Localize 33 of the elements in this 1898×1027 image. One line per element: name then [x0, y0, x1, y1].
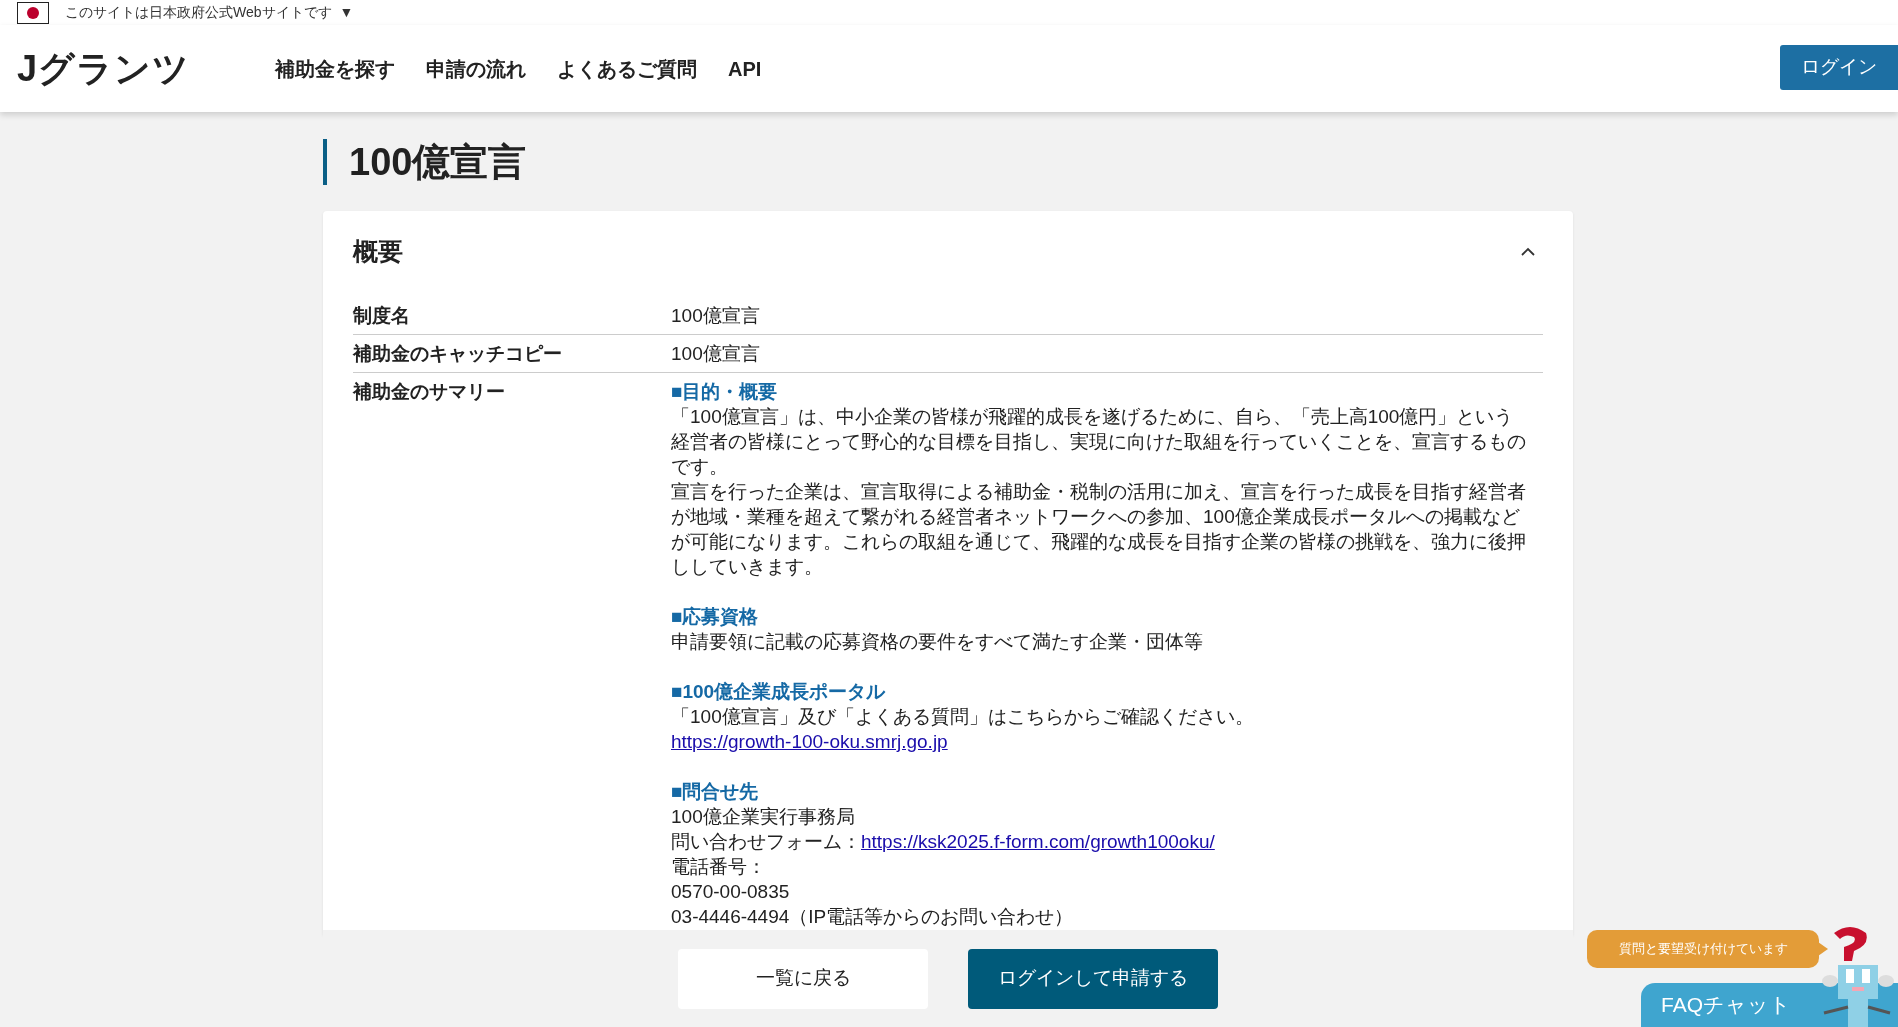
summary-text: 電話番号： [671, 854, 767, 879]
site-logo[interactable]: Jグランツ [17, 41, 275, 96]
summary-text: 「100億宣言」及び「よくある質問」はこちらからご確認ください。 [671, 704, 1255, 729]
summary-text: 宣言を行った企業は、宣言取得による補助金・税制の活用に加え、宣言を行った成長を目指す経営者が地域・業種を超えて繋がれる経営者ネットワークへの参加、100億企業成長ポータルへの掲載などが可能になります。これらの取組を通じて、飛躍的な成長を目指す企業の皆様の挑戦を、強力に後押ししていきます。 [671, 479, 1527, 579]
nav-link[interactable]: よくあるご質問 [557, 53, 697, 84]
section-title: 概要 [353, 236, 403, 267]
summary-text: 「100億宣言」は、中小企業の皆様が飛躍的成長を遂げるために、自ら、「売上高100億円」という経営者の皆様にとって野心的な目標を目指し、実現に向けた取組を行っていくことを、宣言するものです。 [671, 404, 1527, 479]
field-label: 制度名 [353, 303, 411, 328]
field-value: 100億宣言 [671, 341, 760, 366]
login-button[interactable]: ログイン [1780, 45, 1898, 90]
bubble-tail-icon [1818, 942, 1828, 956]
summary-heading: ■応募資格 [671, 604, 760, 629]
field-label: 補助金のキャッチコピー [353, 341, 563, 366]
url-link[interactable]: https://ksk2025.f-form.com/growth100oku/ [861, 828, 1215, 854]
field-value: 100億宣言 [671, 303, 760, 328]
nav-link[interactable]: 申請の流れ [426, 53, 526, 84]
summary-text: 申請要領に記載の応募資格の要件をすべて満たす企業・団体等 [671, 629, 1204, 654]
apply-button[interactable]: ログインして申請する [968, 948, 1218, 1009]
summary-text: 100億企業実行事務局 [671, 804, 856, 829]
field-label: 補助金のサマリー [353, 379, 506, 404]
summary-text: 0570-00-0835 [671, 879, 791, 904]
url-link[interactable]: https://growth-100-oku.smrj.go.jp [671, 730, 948, 752]
summary-heading: ■問合せ先 [671, 779, 760, 804]
summary-heading: ■目的・概要 [671, 379, 779, 404]
summary-heading: ■100億企業成長ポータル [671, 679, 887, 704]
nav-link[interactable]: 補助金を探す [275, 53, 395, 84]
summary-text: 03-4446-4494（IP電話等からのお問い合わせ） [671, 904, 1075, 929]
nav-link[interactable]: API [728, 53, 762, 84]
gov-banner-toggle[interactable]: このサイトは日本政府公式Webサイトです ▼ [65, 2, 354, 23]
chevron-up-icon[interactable] [1521, 247, 1535, 257]
back-button[interactable]: 一覧に戻る [678, 948, 928, 1009]
form-label: 問い合わせフォーム： [671, 829, 861, 854]
page-title: 100億宣言 [323, 139, 1573, 185]
